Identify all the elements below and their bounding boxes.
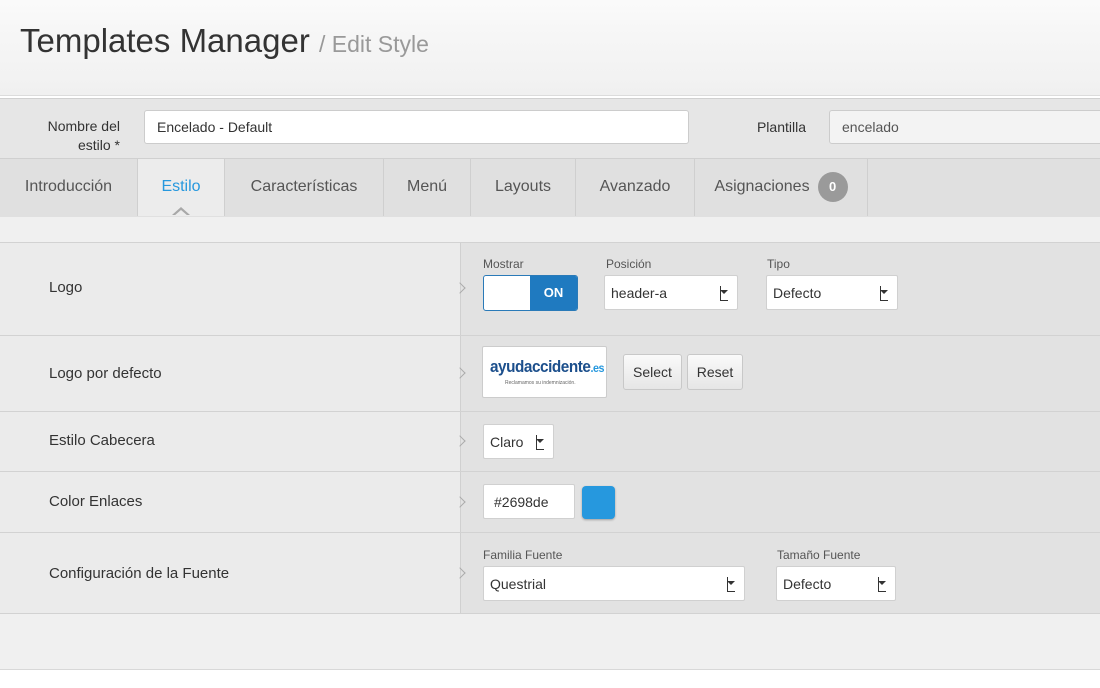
dropdown-arrow-icon	[878, 577, 886, 592]
row-divider	[0, 613, 1100, 614]
type-label: Tipo	[767, 257, 790, 271]
footer-divider	[0, 669, 1100, 670]
position-label: Posición	[606, 257, 652, 271]
assignments-count-badge: 0	[817, 171, 848, 202]
font-size-select[interactable]: Defecto	[776, 566, 896, 601]
header-style-select-value: Claro	[490, 434, 524, 450]
tab-asignaciones-label: Asignaciones	[714, 178, 810, 195]
style-name-label-line1: Nombre del	[47, 118, 120, 134]
font-size-label: Tamaño Fuente	[777, 548, 861, 562]
tab-caracteristicas[interactable]: Características	[225, 159, 384, 216]
title-text: Templates Manager	[20, 22, 310, 59]
link-color-row-label: Color Enlaces	[49, 493, 143, 510]
row-divider	[0, 532, 1100, 533]
header-style-row-label: Estilo Cabecera	[49, 432, 155, 449]
font-size-select-value: Defecto	[783, 576, 832, 592]
title-subtitle: / Edit Style	[319, 31, 429, 57]
settings-labels-panel	[0, 243, 460, 614]
tab-introduccion[interactable]: Introducción	[0, 159, 138, 216]
dropdown-arrow-icon	[880, 286, 888, 301]
color-picker-swatch[interactable]	[582, 486, 615, 519]
link-color-input[interactable]: #2698de	[483, 484, 575, 519]
type-select-value: Defecto	[773, 285, 822, 301]
template-field: encelado	[829, 110, 1100, 144]
dropdown-arrow-icon	[720, 286, 728, 301]
row-divider	[0, 471, 1100, 472]
position-select-value: header-a	[611, 285, 668, 301]
font-family-select[interactable]: Questrial	[483, 566, 745, 601]
tab-avanzado[interactable]: Avanzado	[576, 159, 695, 216]
style-name-input[interactable]: Encelado - Default	[144, 110, 689, 144]
row-divider	[0, 411, 1100, 412]
row-divider	[0, 242, 1100, 243]
logo-row-label: Logo	[49, 279, 83, 296]
font-config-row-label: Configuración de la Fuente	[49, 565, 230, 582]
show-logo-toggle[interactable]: ON	[483, 275, 578, 311]
tab-bar: Introducción Estilo Características Menú…	[0, 158, 1100, 218]
tab-menu[interactable]: Menú	[384, 159, 471, 216]
logo-suffix: .es	[590, 361, 605, 375]
toggle-on-state: ON	[530, 276, 577, 310]
logo-wordmark: ayudaccidente.es	[490, 357, 605, 377]
template-label: Plantilla	[756, 119, 806, 135]
logo-text: ayudaccidente	[490, 357, 591, 376]
tab-layouts[interactable]: Layouts	[471, 159, 576, 216]
font-family-select-value: Questrial	[490, 576, 547, 592]
position-select[interactable]: header-a	[604, 275, 738, 310]
active-tab-indicator-inner	[174, 210, 188, 216]
font-family-label: Familia Fuente	[483, 548, 563, 562]
select-logo-button[interactable]: Select	[623, 354, 682, 390]
reset-logo-button[interactable]: Reset	[687, 354, 743, 390]
dropdown-arrow-icon	[727, 577, 735, 592]
style-name-label-line2: estilo *	[77, 137, 120, 153]
logo-preview-image: ayudaccidente.es Reclamamos su indemniza…	[482, 346, 607, 398]
logo-tagline: Reclamamos su indemnización.	[505, 380, 576, 386]
header-style-select[interactable]: Claro	[483, 424, 554, 459]
tab-asignaciones[interactable]: Asignaciones 0	[695, 159, 868, 216]
style-name-label: Nombre del estilo *	[20, 117, 120, 155]
default-logo-row-label: Logo por defecto	[49, 365, 162, 382]
show-label: Mostrar	[483, 257, 524, 271]
dropdown-arrow-icon	[536, 435, 544, 450]
type-select[interactable]: Defecto	[766, 275, 898, 310]
row-divider	[0, 335, 1100, 336]
page-title: Templates Manager / Edit Style	[20, 22, 429, 60]
